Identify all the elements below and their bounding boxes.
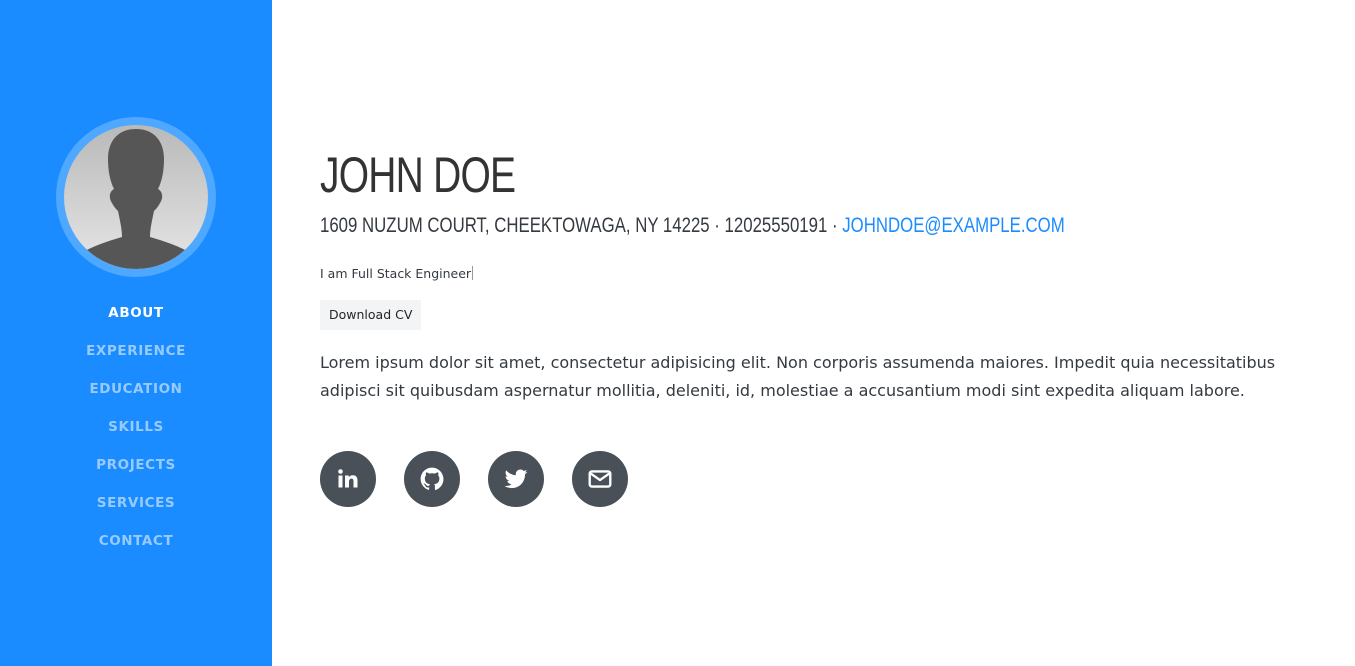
- typing-cursor: [472, 266, 474, 280]
- avatar: [64, 125, 208, 269]
- twitter-icon: [504, 469, 528, 489]
- nav-link-education[interactable]: EDUCATION: [89, 381, 182, 397]
- contact-line: 1609 NUZUM COURT, CHEEKTOWAGA, NY 14225 …: [320, 214, 1065, 238]
- nav-item-skills: SKILLS: [0, 414, 272, 452]
- nav-link-contact[interactable]: CONTACT: [99, 533, 174, 549]
- page-title: JOHN DOE: [320, 147, 516, 203]
- email-link[interactable]: JOHNDOE@EXAMPLE.COM: [842, 214, 1064, 237]
- nav-item-about: ABOUT: [0, 300, 272, 338]
- download-cv-button[interactable]: Download CV: [320, 300, 422, 330]
- person-silhouette-icon: [72, 129, 200, 269]
- twitter-button[interactable]: [488, 451, 544, 507]
- nav-link-about[interactable]: ABOUT: [108, 305, 163, 321]
- linkedin-button[interactable]: [320, 451, 376, 507]
- nav-item-projects: PROJECTS: [0, 452, 272, 490]
- sidebar: ABOUT EXPERIENCE EDUCATION SKILLS PROJEC…: [0, 0, 272, 666]
- typed-tagline: I am Full Stack Engineer: [320, 266, 474, 281]
- nav-item-education: EDUCATION: [0, 376, 272, 414]
- nav-link-services[interactable]: SERVICES: [97, 495, 175, 511]
- nav-item-experience: EXPERIENCE: [0, 338, 272, 376]
- github-button[interactable]: [404, 451, 460, 507]
- address-phone-text: 1609 NUZUM COURT, CHEEKTOWAGA, NY 14225 …: [320, 214, 843, 237]
- envelope-icon: [588, 470, 612, 488]
- tagline-text: I am Full Stack Engineer: [320, 266, 472, 281]
- nav-item-contact: CONTACT: [0, 528, 272, 566]
- sidebar-nav: ABOUT EXPERIENCE EDUCATION SKILLS PROJEC…: [0, 300, 272, 566]
- linkedin-icon: [338, 469, 358, 488]
- nav-link-projects[interactable]: PROJECTS: [96, 457, 176, 473]
- email-button[interactable]: [572, 451, 628, 507]
- github-icon: [420, 467, 444, 490]
- profile-avatar-ring: [56, 117, 216, 277]
- bio-paragraph: Lorem ipsum dolor sit amet, consectetur …: [320, 353, 1276, 400]
- nav-link-experience[interactable]: EXPERIENCE: [86, 343, 186, 359]
- nav-item-services: SERVICES: [0, 490, 272, 528]
- social-icons: [320, 451, 656, 507]
- nav-link-skills[interactable]: SKILLS: [108, 419, 164, 435]
